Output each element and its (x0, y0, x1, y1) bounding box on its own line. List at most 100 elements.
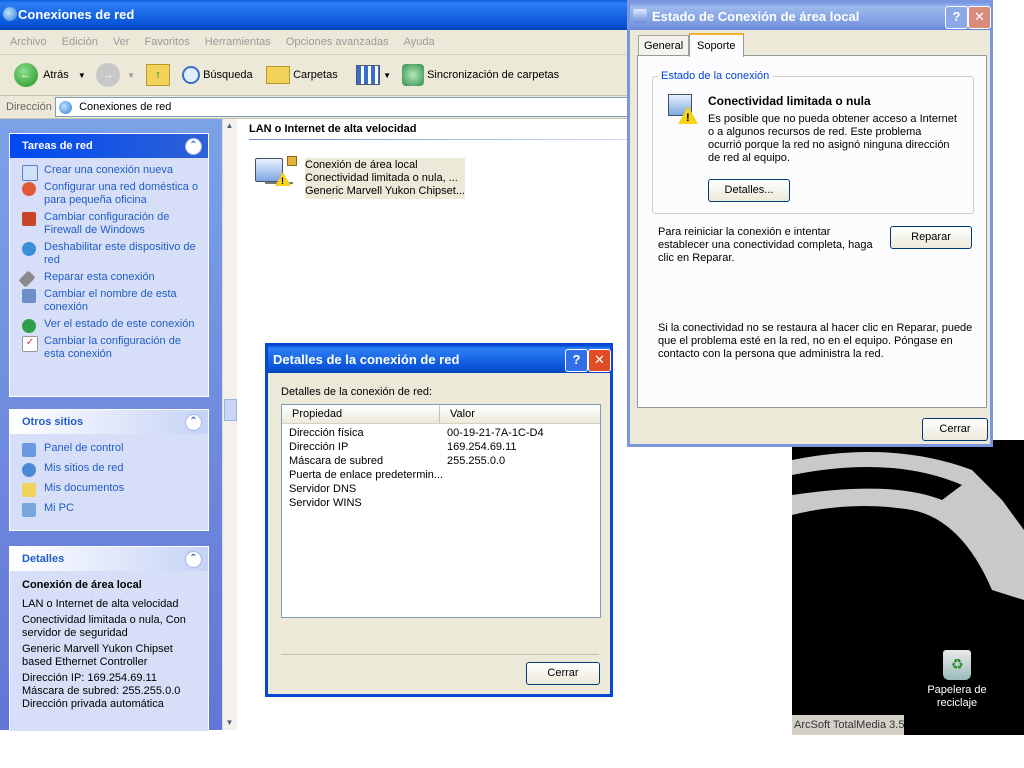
menu-ayuda[interactable]: Ayuda (398, 30, 441, 54)
other-places-header[interactable]: Otros sitios ⌃ (10, 410, 208, 434)
recycle-bin[interactable]: ♻ Papelera de reciclaje (922, 650, 992, 710)
task-deshabilitar[interactable]: Deshabilitar este dispositivo de red (22, 241, 202, 267)
task-reparar[interactable]: Reparar esta conexión (18, 270, 202, 288)
details-property: Dirección física (289, 427, 364, 439)
lan-connection-icon: ! (253, 156, 297, 198)
forward-arrow-icon: → (96, 63, 120, 88)
task-ver-estado[interactable]: Ver el estado de este conexión (22, 318, 202, 333)
details-dialog-title: Detalles de la conexión de red (273, 352, 460, 367)
details-row[interactable]: Puerta de enlace predetermin... (289, 468, 594, 482)
collapse-icon[interactable]: ⌃ (185, 414, 202, 431)
chevron-down-icon: ▼ (127, 71, 135, 80)
taskbar-item[interactable]: ArcSoft TotalMedia 3.5 (792, 715, 904, 735)
details-row[interactable]: Máscara de subred 255.255.0.0 (289, 454, 594, 468)
network-places-icon (22, 463, 36, 477)
details-dialog-title-bar[interactable]: Detalles de la conexión de red ? ✕ (268, 346, 611, 373)
details-button[interactable]: Detalles... (708, 179, 790, 202)
footer-text: Si la conectividad no se restaura al hac… (658, 322, 973, 360)
scroll-up-icon[interactable]: ▲ (224, 121, 235, 131)
network-connections-icon (59, 100, 72, 114)
menu-herramientas[interactable]: Herramientas (199, 30, 277, 54)
column-propiedad[interactable]: Propiedad (292, 408, 342, 420)
menu-edicion[interactable]: Edición (56, 30, 104, 54)
network-tasks-header[interactable]: Tareas de red ⌃ (10, 134, 208, 158)
forward-button[interactable]: → ▼ (96, 61, 135, 89)
details-row[interactable]: Dirección IP 169.254.69.11 (289, 440, 594, 454)
repair-button[interactable]: Reparar (890, 226, 972, 249)
details-value: 255.255.0.0 (447, 455, 506, 467)
repair-icon (18, 270, 36, 288)
dialog-separator (281, 654, 599, 655)
place-mi-pc[interactable]: Mi PC (22, 502, 202, 517)
status-close-button[interactable]: Cerrar (922, 418, 988, 441)
sync-button[interactable]: Sincronización de carpetas (402, 61, 559, 89)
status-dialog-title-bar[interactable]: Estado de Conexión de área local ? ✕ (630, 3, 991, 30)
status-message: Es posible que no pueda obtener acceso a… (708, 113, 957, 164)
collapse-icon[interactable]: ⌃ (185, 138, 202, 155)
back-button[interactable]: ← Atrás ▼ (14, 61, 86, 89)
details-row[interactable]: Dirección física 00-19-21-7A-1C-D4 (289, 426, 594, 440)
menu-opciones-avanzadas[interactable]: Opciones avanzadas (280, 30, 395, 54)
scroll-thumb[interactable] (224, 399, 237, 421)
menu-archivo[interactable]: Archivo (0, 30, 53, 54)
up-folder-icon: ↑ (146, 64, 170, 87)
chevron-down-icon: ▼ (77, 71, 86, 80)
network-connections-icon (3, 7, 17, 21)
connection-name: Conexión de área local (305, 159, 418, 171)
details-property: Servidor DNS (289, 483, 357, 495)
lock-icon (287, 156, 297, 166)
menu-favoritos[interactable]: Favoritos (138, 30, 195, 54)
folders-button[interactable]: Carpetas (266, 61, 338, 89)
tab-soporte[interactable]: Soporte (689, 33, 744, 57)
connection-status: Conectividad limitada o nula, ... (305, 172, 458, 184)
task-renombrar[interactable]: Cambiar el nombre de esta conexión (22, 288, 202, 314)
task-firewall[interactable]: Cambiar configuración de Firewall de Win… (22, 211, 202, 237)
place-mis-documentos[interactable]: Mis documentos (22, 482, 202, 497)
details-list[interactable]: Propiedad Valor Dirección física 00-19-21… (281, 404, 601, 618)
details-row[interactable]: Servidor WINS (289, 496, 594, 510)
task-crear-conexion[interactable]: Crear una conexión nueva (22, 164, 202, 181)
collapse-icon[interactable]: ⌃ (185, 551, 202, 568)
network-warning-icon: ! (666, 92, 700, 126)
task-configurar-red[interactable]: Configurar una red doméstica o para pequ… (22, 181, 202, 207)
group-header: LAN o Internet de alta velocidad (249, 123, 417, 135)
status-dialog: Estado de Conexión de área local ? ✕ Gen… (627, 0, 993, 447)
details-header[interactable]: Detalles ⌃ (10, 547, 208, 571)
place-mis-sitios-red[interactable]: Mis sitios de red (22, 462, 202, 477)
task-cambiar-config[interactable]: ✓ Cambiar la configuración de esta conexi… (22, 335, 202, 361)
views-button[interactable]: ▼ (356, 61, 391, 89)
address-value: Conexiones de red (79, 101, 172, 113)
rename-icon (22, 289, 36, 303)
menu-ver[interactable]: Ver (107, 30, 136, 54)
tab-general[interactable]: General (638, 35, 690, 56)
sync-icon (402, 64, 424, 87)
place-panel-control[interactable]: Panel de control (22, 442, 202, 457)
scroll-down-icon[interactable]: ▼ (224, 718, 235, 728)
settings-check-icon: ✓ (22, 336, 38, 352)
details-close-button[interactable]: Cerrar (526, 662, 600, 685)
help-icon[interactable]: ? (565, 349, 588, 372)
disable-icon (22, 242, 36, 256)
other-places-title: Otros sitios (22, 416, 84, 428)
help-icon[interactable]: ? (945, 6, 968, 29)
details-value: 169.254.69.11 (447, 441, 517, 453)
close-icon[interactable]: ✕ (968, 6, 991, 29)
details-title: Detalles (22, 553, 65, 565)
details-dialog-label: Detalles de la conexión de red: (281, 386, 433, 398)
column-valor[interactable]: Valor (450, 408, 475, 420)
documents-folder-icon (22, 483, 36, 497)
up-folder-button[interactable]: ↑ (146, 61, 170, 89)
close-icon[interactable]: ✕ (588, 349, 611, 372)
details-connection-name: Conexión de área local (22, 579, 142, 591)
search-button[interactable]: Búsqueda (182, 61, 253, 89)
folders-label: Carpetas (293, 69, 338, 81)
task-pane-scrollbar[interactable]: ▲ ▼ (222, 119, 237, 730)
search-label: Búsqueda (203, 69, 253, 81)
details-row[interactable]: Servidor DNS (289, 482, 594, 496)
details-value: 00-19-21-7A-1C-D4 (447, 427, 544, 439)
new-connection-icon (22, 165, 38, 181)
network-status-icon (633, 9, 647, 23)
connection-item[interactable]: ! Conexión de área local Conectividad li… (253, 156, 465, 199)
firewall-icon (22, 212, 36, 226)
details-property: Dirección IP (289, 441, 349, 453)
